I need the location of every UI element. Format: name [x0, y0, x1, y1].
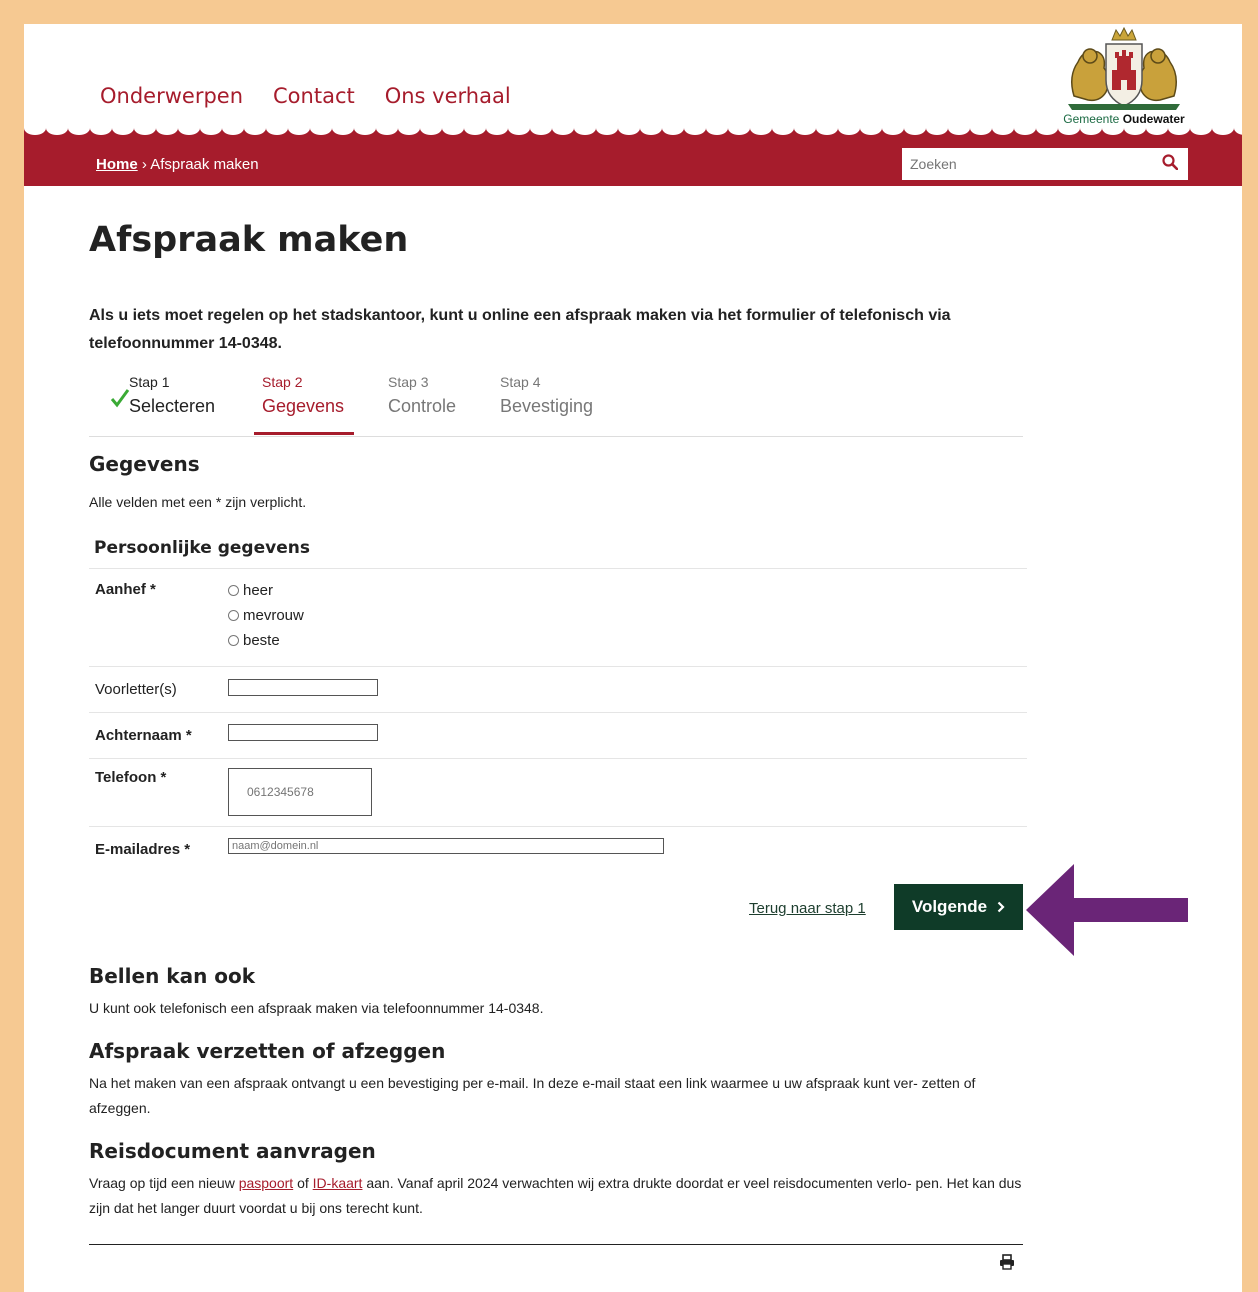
aanhef-row: Aanhef * heer mevrouw beste: [89, 569, 1027, 667]
step-3: Stap 3 Controle: [388, 374, 456, 417]
telefoon-input[interactable]: [228, 768, 372, 816]
next-button-label: Volgende: [911, 897, 988, 916]
nav-onderwerpen[interactable]: Onderwerpen: [100, 84, 243, 108]
reis-text-2: of: [293, 1175, 313, 1191]
municipality-logo[interactable]: Gemeente Oudewater: [1054, 26, 1194, 128]
radio-beste[interactable]: beste: [228, 628, 304, 653]
breadcrumb: Home › Afspraak maken: [96, 156, 259, 173]
page-title: Afspraak maken: [89, 220, 409, 260]
intro-text: Als u iets moet regelen op het stadskant…: [89, 307, 951, 352]
email-row: E-mailadres *: [89, 827, 1027, 871]
step-4-number: Stap 4: [500, 374, 541, 390]
radio-circle-icon[interactable]: [228, 635, 239, 646]
form-section-title: Persoonlijke gegevens: [89, 528, 1027, 569]
step-indicator: Stap 1 Selecteren Stap 2 Gegevens Stap 3…: [89, 374, 1023, 437]
breadcrumb-current: Afspraak maken: [150, 156, 259, 173]
voorletters-input[interactable]: [228, 679, 378, 696]
verzetten-text: Na het maken van een afspraak ontvangt u…: [89, 1075, 976, 1116]
search-icon[interactable]: [1162, 153, 1179, 175]
step-1-number: Stap 1: [129, 374, 170, 390]
achternaam-label: Achternaam *: [95, 727, 192, 744]
voorletters-row: Voorletter(s): [89, 667, 1027, 713]
search-input[interactable]: [902, 155, 1152, 173]
form-heading: Gegevens: [89, 452, 200, 476]
radio-circle-icon[interactable]: [228, 610, 239, 621]
achternaam-input[interactable]: [228, 724, 378, 741]
step-2-number: Stap 2: [262, 374, 303, 390]
nav-contact[interactable]: Contact: [273, 84, 355, 108]
search-box: [902, 148, 1188, 180]
reisdocument-text: Vraag op tijd een nieuw paspoort of ID-k…: [89, 1171, 1029, 1221]
step-1: Stap 1 Selecteren: [129, 374, 215, 417]
bellen-text: U kunt ook telefonisch een afspraak make…: [89, 1000, 544, 1016]
reisdocument-heading: Reisdocument aanvragen: [89, 1139, 376, 1163]
logo-text: Gemeente Oudewater: [1063, 112, 1185, 126]
telefoon-row: Telefoon *: [89, 759, 1027, 827]
step-3-number: Stap 3: [388, 374, 429, 390]
verzetten-heading: Afspraak verzetten of afzeggen: [89, 1039, 446, 1063]
personal-data-form: Persoonlijke gegevens Aanhef * heer mevr…: [89, 528, 1027, 871]
top-nav: Onderwerpen Contact Ons verhaal: [100, 84, 511, 108]
scallop-border: [24, 128, 1242, 142]
chevron-right-icon: [997, 901, 1005, 913]
print-icon[interactable]: [999, 1254, 1015, 1275]
email-label: E-mailadres *: [95, 840, 191, 858]
checkmark-icon: [110, 389, 130, 408]
nav-ons-verhaal[interactable]: Ons verhaal: [385, 84, 511, 108]
aanhef-options: heer mevrouw beste: [228, 578, 304, 666]
telefoon-label: Telefoon *: [95, 769, 167, 786]
radio-beste-label: beste: [243, 632, 280, 649]
email-input[interactable]: [228, 838, 664, 854]
breadcrumb-separator: ›: [141, 156, 147, 173]
bellen-heading: Bellen kan ook: [89, 964, 256, 988]
radio-mevrouw-label: mevrouw: [243, 607, 304, 624]
aanhef-label: Aanhef *: [95, 581, 156, 598]
footer-divider: [89, 1244, 1023, 1245]
step-4-label: Bevestiging: [500, 396, 594, 416]
step-1-label: Selecteren: [129, 396, 216, 416]
paspoort-link[interactable]: paspoort: [239, 1175, 293, 1191]
step-3-label: Controle: [388, 396, 457, 416]
step-4: Stap 4 Bevestiging: [500, 374, 593, 417]
achternaam-row: Achternaam *: [89, 713, 1027, 759]
left-arrow-annotation: [1026, 864, 1188, 956]
required-note: Alle velden met een * zijn verplicht.: [89, 494, 307, 510]
step-2-label: Gegevens: [262, 396, 345, 416]
page: Onderwerpen Contact Ons verhaal Gemeente…: [24, 24, 1242, 1292]
radio-mevrouw[interactable]: mevrouw: [228, 603, 304, 628]
back-to-step-1-link[interactable]: Terug naar stap 1: [749, 900, 866, 917]
step-2: Stap 2 Gegevens: [253, 374, 355, 435]
radio-circle-icon[interactable]: [228, 585, 239, 596]
next-button[interactable]: Volgende: [894, 884, 1023, 930]
voorletters-label: Voorletter(s): [95, 681, 177, 698]
reis-text-1: Vraag op tijd een nieuw: [89, 1175, 239, 1191]
radio-heer-label: heer: [243, 582, 274, 599]
breadcrumb-home[interactable]: Home: [96, 156, 138, 173]
coat-of-arms-icon: [1068, 26, 1180, 110]
id-kaart-link[interactable]: ID-kaart: [313, 1175, 363, 1191]
radio-heer[interactable]: heer: [228, 578, 304, 603]
